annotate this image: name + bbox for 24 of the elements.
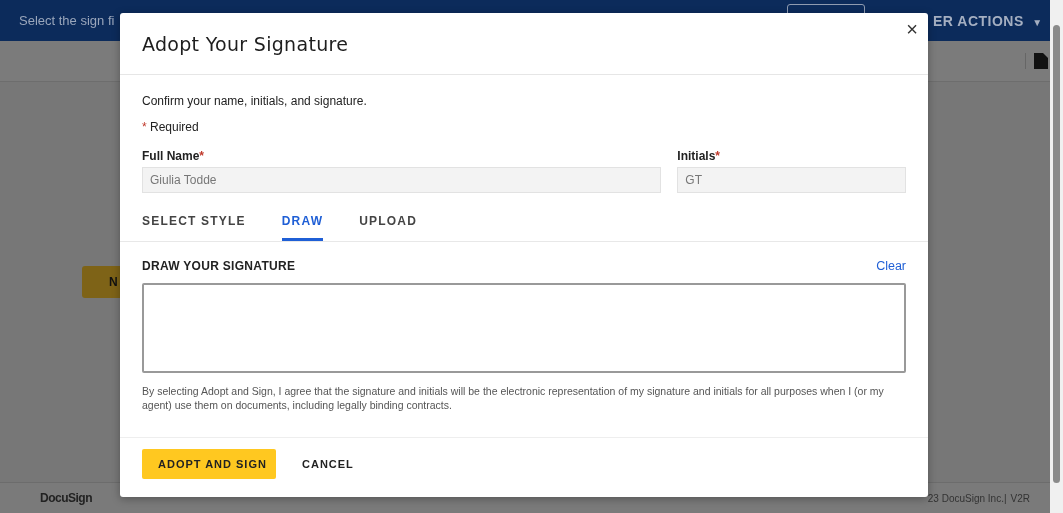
version-text: V2R (1010, 492, 1030, 504)
legal-text: By selecting Adopt and Sign, I agree that the signature and initials will be the electronic representation of my signature and initials for all purposes when I (or my agent) use them on documents, including legally binding contracts. (142, 385, 885, 413)
clear-link[interactable]: Clear (876, 259, 906, 273)
signature-pad[interactable] (142, 283, 906, 373)
dialog-title: Adopt Your Signature (142, 32, 349, 55)
tab[interactable]: SELECT STYLE (142, 207, 246, 241)
tab[interactable]: UPLOAD (359, 207, 418, 241)
close-button[interactable]: × (904, 19, 920, 39)
required-mark: * (142, 120, 147, 134)
next-button[interactable]: N (82, 266, 120, 298)
adopt-button[interactable]: ADOPT AND SIGN (142, 449, 276, 479)
instruction-text: Select the sign fi (19, 13, 115, 28)
required-label: Required (150, 120, 199, 134)
document-icon[interactable] (1025, 53, 1048, 69)
intro-text: Confirm your name, initials, and signature. (142, 94, 368, 108)
logo-text: DocuSign (40, 491, 92, 505)
copyright-text: 23 DocuSign Inc.| (927, 492, 1007, 504)
field-label: Initials* (677, 149, 721, 163)
scrollbar[interactable] (1050, 0, 1063, 513)
field-label: Full Name* (142, 149, 206, 163)
section-heading: DRAW YOUR SIGNATURE (142, 259, 296, 273)
other-actions-menu[interactable]: ER ACTIONS ▼ (933, 12, 1043, 29)
cancel-button[interactable]: CANCEL (286, 449, 370, 479)
tab[interactable]: DRAW (281, 207, 324, 241)
